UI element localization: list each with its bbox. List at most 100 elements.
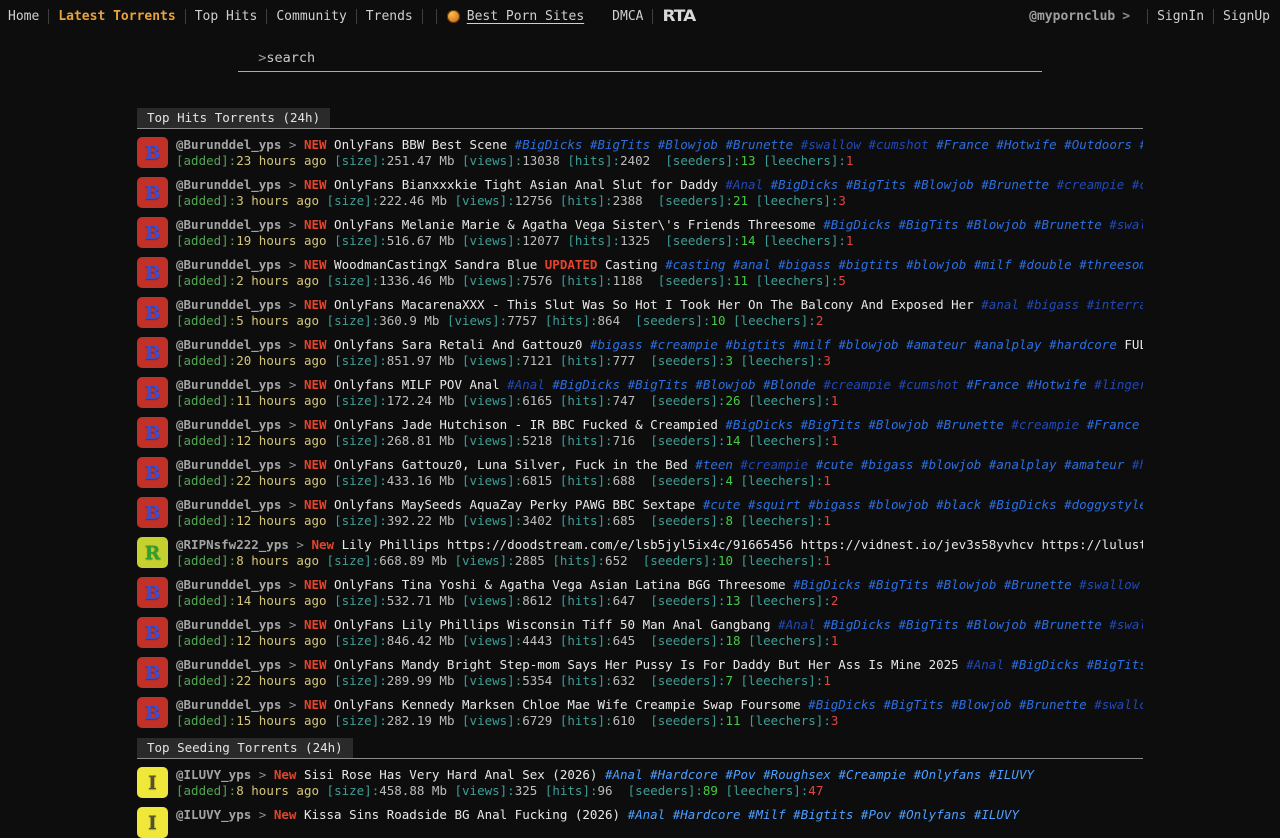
username-link[interactable]: @Burunddel_yps [176, 177, 281, 192]
tag-link[interactable]: #Pov [861, 807, 891, 822]
tag-link[interactable]: #BigDicks [552, 377, 620, 392]
torrent-link[interactable]: OnlyFans Gattouz0, Luna Silver, Fuck in … [334, 457, 688, 472]
tag-link[interactable]: #Anal [628, 807, 666, 822]
tag-link[interactable]: #Hotwife [996, 137, 1056, 152]
torrent-link[interactable]: Onlyfans Sara Retali And Gattouz0 [334, 337, 582, 352]
username-link[interactable]: @Burunddel_yps [176, 417, 281, 432]
username-link[interactable]: @Burunddel_yps [176, 577, 281, 592]
signup-button[interactable]: SignUp [1223, 9, 1270, 24]
nav-latest-torrents[interactable]: Latest Torrents [58, 9, 175, 24]
torrent-title-line[interactable]: @Burunddel_yps > NEW OnlyFans Mandy Brig… [176, 657, 1143, 673]
torrent-link[interactable]: Kissa Sins Roadside BG Anal Fucking (202… [304, 807, 620, 822]
user-avatar[interactable]: B [137, 137, 168, 168]
torrent-title-line[interactable]: @Burunddel_yps > NEW Onlyfans MILF POV A… [176, 377, 1143, 393]
username-link[interactable]: @ILUVY_yps [176, 767, 251, 782]
tag-link[interactable]: #Pov [725, 767, 755, 782]
tag-link[interactable]: #BigTits [899, 617, 959, 632]
tag-link[interactable]: #Creampie [838, 767, 906, 782]
tag-link[interactable]: #hardcore [1049, 337, 1117, 352]
tag-link[interactable]: #BigDicks [1011, 657, 1079, 672]
tag-link[interactable]: #BigTits [883, 697, 943, 712]
tag-link[interactable]: #Anal [605, 767, 643, 782]
tag-link[interactable]: #Hardcore [650, 767, 718, 782]
tag-link[interactable]: #BigTits [846, 177, 906, 192]
tag-link[interactable]: #analplay [974, 337, 1042, 352]
username-link[interactable]: @Burunddel_yps [176, 617, 281, 632]
tag-link[interactable]: #Brunette [936, 417, 1004, 432]
tag-link[interactable]: #ILUVY [989, 767, 1034, 782]
tag-link[interactable]: #ha… [1132, 457, 1143, 472]
torrent-link[interactable]: Casting [605, 257, 658, 272]
user-avatar[interactable]: B [137, 617, 168, 648]
tag-link[interactable]: #amateur [906, 337, 966, 352]
torrent-title-line[interactable]: @Burunddel_yps > NEW Onlyfans MaySeeds A… [176, 497, 1143, 513]
torrent-link[interactable]: WoodmanCastingX Sandra Blue [334, 257, 537, 272]
tag-link[interactable]: #bigtits [838, 257, 898, 272]
tag-link[interactable]: #Anal [966, 657, 1004, 672]
torrent-link[interactable]: OnlyFans MacarenaXXX - This Slut Was So … [334, 297, 974, 312]
username-link[interactable]: @Burunddel_yps [176, 657, 281, 672]
tag-link[interactable]: #bigass [861, 457, 914, 472]
tag-link[interactable]: #doggystyle [1064, 497, 1143, 512]
user-avatar[interactable]: B [137, 697, 168, 728]
tag-link[interactable]: #cute [816, 457, 854, 472]
user-avatar[interactable]: B [137, 577, 168, 608]
tag-link[interactable]: #Blowjob [936, 577, 996, 592]
tag-link[interactable]: #double [1019, 257, 1072, 272]
torrent-title-line[interactable]: @RIPNsfw222_yps > New Lily Phillips http… [176, 537, 1143, 553]
user-avatar[interactable]: B [137, 297, 168, 328]
tag-link[interactable]: #ILUVY [974, 807, 1019, 822]
username-link[interactable]: @Burunddel_yps [176, 497, 281, 512]
username-link[interactable]: @Burunddel_yps [176, 137, 281, 152]
tag-link[interactable]: #BigTits [590, 137, 650, 152]
tag-link[interactable]: #bigass [590, 337, 643, 352]
tag-link[interactable]: #BigTits [801, 417, 861, 432]
best-porn-sites-link[interactable]: Best Porn Sites [447, 9, 584, 24]
user-avatar[interactable]: I [137, 767, 168, 798]
tag-link[interactable]: #creampie [1057, 177, 1125, 192]
torrent-title-line[interactable]: @Burunddel_yps > NEW OnlyFans MacarenaXX… [176, 297, 1143, 313]
torrent-title-line[interactable]: @Burunddel_yps > NEW OnlyFans Tina Yoshi… [176, 577, 1143, 593]
tag-link[interactable]: #creampie [740, 457, 808, 472]
user-avatar[interactable]: B [137, 377, 168, 408]
user-avatar[interactable]: B [137, 457, 168, 488]
tag-link[interactable]: #BigTits [628, 377, 688, 392]
tag-link[interactable]: #Blowjob [966, 617, 1026, 632]
torrent-link[interactable]: OnlyFans Kennedy Marksen Chloe Mae Wife … [334, 697, 801, 712]
tag-link[interactable]: #cumshot [899, 377, 959, 392]
tag-link[interactable]: #swall… [1109, 617, 1143, 632]
tag-link[interactable]: #Brunette [1034, 217, 1102, 232]
tag-link[interactable]: #Brunette [1004, 577, 1072, 592]
tag-link[interactable]: #BigDicks [771, 177, 839, 192]
user-avatar[interactable]: B [137, 417, 168, 448]
user-avatar[interactable]: B [137, 497, 168, 528]
username-link[interactable]: @Burunddel_yps [176, 697, 281, 712]
torrent-title-line[interactable]: @ILUVY_yps > New Sisi Rose Has Very Hard… [176, 767, 1143, 783]
tag-link[interactable]: #lingeri… [1094, 377, 1143, 392]
tag-link[interactable]: #Blowjob [695, 377, 755, 392]
torrent-link[interactable]: OnlyFans Mandy Bright Step-mom Says Her … [334, 657, 959, 672]
tag-link[interactable]: #BigTits [898, 217, 958, 232]
tag-link[interactable]: #Brunette [1034, 617, 1102, 632]
tag-link[interactable]: #threesome… [1079, 257, 1143, 272]
tag-link[interactable]: #swall… [1109, 217, 1143, 232]
tag-link[interactable]: #swallow [1079, 577, 1139, 592]
nav-home[interactable]: Home [8, 9, 39, 24]
username-link[interactable]: @Burunddel_yps [176, 217, 281, 232]
tag-link[interactable]: #Hotwife [1027, 377, 1087, 392]
torrent-link[interactable]: FULL… [1124, 337, 1143, 352]
tag-link[interactable]: #blowjob [838, 337, 898, 352]
tag-link[interactable]: #teen [695, 457, 733, 472]
torrent-title-line[interactable]: @Burunddel_yps > NEW WoodmanCastingX San… [176, 257, 1143, 273]
tag-link[interactable]: #France [966, 377, 1019, 392]
tag-link[interactable]: #France [936, 137, 989, 152]
torrent-title-line[interactable]: @Burunddel_yps > NEW Onlyfans Sara Retal… [176, 337, 1143, 353]
tag-link[interactable]: #milf [974, 257, 1012, 272]
tag-link[interactable]: #black [936, 497, 981, 512]
torrent-link[interactable]: OnlyFans Lily Phillips Wisconsin Tiff 50… [334, 617, 771, 632]
nav-trends[interactable]: Trends [366, 9, 413, 24]
tag-link[interactable]: #blowjob [921, 457, 981, 472]
tag-link[interactable]: #swallow [801, 137, 861, 152]
user-avatar[interactable]: B [137, 217, 168, 248]
tag-link[interactable]: #BigDicks [823, 617, 891, 632]
